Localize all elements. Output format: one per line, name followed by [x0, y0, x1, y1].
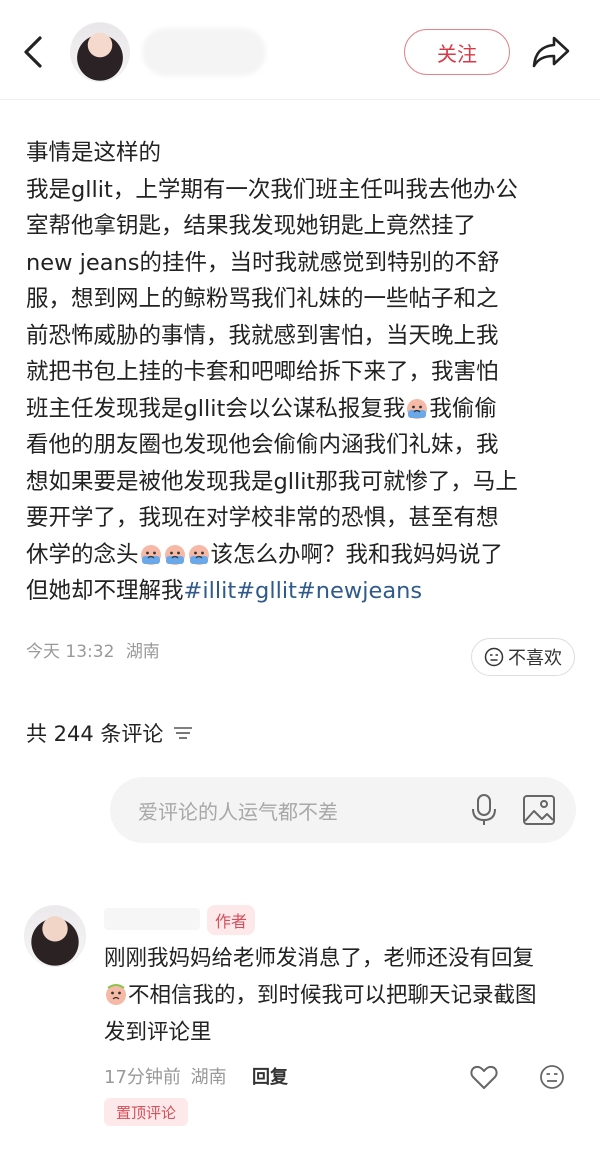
- post-line: 想如果要是被他发现我是gllit那我可就惨了，马上: [26, 468, 518, 495]
- crying-emoji-icon: [188, 544, 209, 565]
- commenter-avatar[interactable]: [24, 905, 86, 967]
- post-line: 前恐怖威胁的事情，我就感到害怕，当天晚上我: [26, 322, 499, 349]
- crying-emoji-icon: [164, 544, 185, 565]
- comment-line: 发到评论里: [104, 1020, 212, 1045]
- comment-input-placeholder: 爱评论的人运气都不差: [138, 799, 338, 824]
- heart-icon[interactable]: [470, 1064, 498, 1090]
- top-bar: 关注: [0, 0, 600, 100]
- comment-line: 刚刚我妈妈给老师发消息了，老师还没有回复: [104, 946, 535, 971]
- hashtag-gllit[interactable]: #gllit: [236, 578, 297, 604]
- post-line: 就把书包上挂的卡套和吧唧给拆下来了，我害怕: [26, 359, 499, 385]
- sad-face-icon[interactable]: [539, 1064, 565, 1090]
- dislike-label: 不喜欢: [508, 648, 562, 669]
- post-line: 事情是这样的: [26, 140, 162, 166]
- post-meta: 今天 13:32 湖南: [26, 637, 160, 662]
- post-text: 但她却不理解我: [26, 578, 184, 604]
- author-name-blurred[interactable]: [142, 28, 266, 76]
- post-body: 事情是这样的 我是gllit，上学期有一次我们班主任叫我去他办公 室帮他拿钥匙，…: [26, 135, 582, 610]
- hashtag-illit[interactable]: #illit: [184, 578, 237, 604]
- post-text: 休学的念头: [26, 541, 139, 568]
- commenter-name-blurred[interactable]: [104, 908, 200, 930]
- hashtag-newjeans[interactable]: #newjeans: [297, 578, 422, 604]
- share-arrow-icon[interactable]: [530, 32, 572, 72]
- author-badge: 作者: [207, 905, 255, 935]
- post-time: 今天 13:32: [26, 642, 115, 662]
- post-text: 该怎么办啊？我和我妈妈说了: [210, 541, 504, 568]
- comment-time: 17分钟前: [104, 1067, 181, 1088]
- comment-count-label: 共 244 条评论: [26, 722, 164, 746]
- post-line: new jeans的挂件，当时我就感觉到特别的不舒: [26, 249, 500, 276]
- author-avatar[interactable]: [70, 22, 130, 82]
- image-icon[interactable]: [522, 793, 556, 827]
- crying-emoji-icon: [407, 398, 428, 419]
- dislike-button[interactable]: 不喜欢: [471, 638, 575, 676]
- crying-emoji-icon: [106, 984, 126, 1005]
- comment-location: 湖南: [190, 1067, 227, 1088]
- post-line: 看他的朋友圈也发现他会偷偷内涵我们礼妹，我: [26, 432, 499, 458]
- post-text: 班主任发现我是gllit会以公谋私报复我: [26, 395, 406, 422]
- follow-button[interactable]: 关注: [404, 29, 510, 75]
- comment-input[interactable]: 爱评论的人运气都不差: [110, 777, 576, 843]
- pinned-comment-badge: 置顶评论: [104, 1098, 188, 1126]
- post-text: 我偷偷: [429, 395, 497, 422]
- post-line: 服，想到网上的鲸粉骂我们礼妹的一些帖子和之: [26, 286, 499, 312]
- back-chevron-icon[interactable]: [20, 32, 48, 72]
- reply-button[interactable]: 回复: [252, 1063, 288, 1089]
- microphone-icon[interactable]: [470, 793, 498, 827]
- post-line: 但她却不理解我#illit#gllit#newjeans: [26, 573, 582, 610]
- comment-count[interactable]: 共 244 条评论: [26, 718, 193, 748]
- post-line: 班主任发现我是gllit会以公谋私报复我 我偷偷: [26, 391, 582, 428]
- post-line: 我是gllit，上学期有一次我们班主任叫我去他办公: [26, 176, 518, 203]
- sad-face-icon: [484, 647, 504, 667]
- post-location: 湖南: [125, 642, 160, 662]
- comment-line: 不相信我的，到时候我可以把聊天记录截图: [104, 977, 537, 1014]
- comment-meta: 17分钟前 湖南: [104, 1063, 227, 1089]
- post-line: 室帮他拿钥匙，结果我发现她钥匙上竟然挂了: [26, 213, 477, 239]
- crying-emoji-icon: [140, 544, 161, 565]
- post-line: 休学的念头 该怎么办啊？我和我妈妈说了: [26, 537, 582, 574]
- comment-body[interactable]: 刚刚我妈妈给老师发消息了，老师还没有回复 不相信我的，到时候我可以把聊天记录截图…: [104, 940, 537, 1051]
- sort-lines-icon[interactable]: [173, 725, 193, 741]
- comment-text: 不相信我的，到时候我可以把聊天记录截图: [128, 983, 537, 1008]
- post-line: 要开学了，我现在对学校非常的恐惧，甚至有想: [26, 505, 499, 531]
